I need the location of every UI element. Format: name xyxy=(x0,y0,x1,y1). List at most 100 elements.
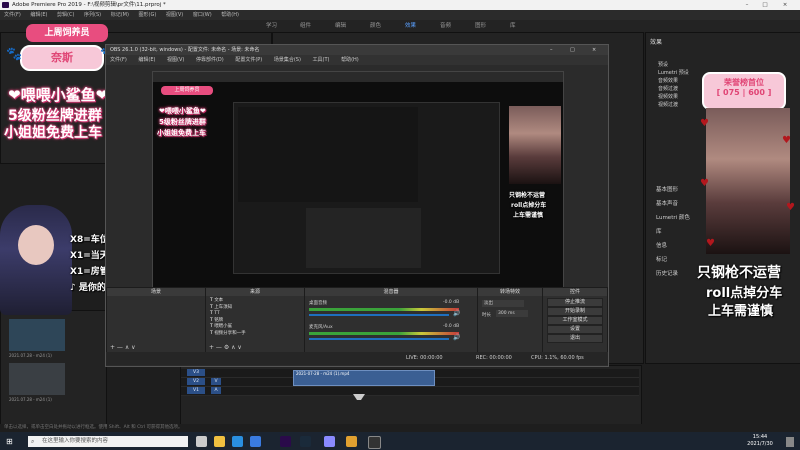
taskbar-search-input[interactable]: 在这里输入你要搜索的内容 xyxy=(28,436,188,447)
start-recording-button[interactable]: 开始录制 xyxy=(547,307,603,316)
workspace-tab-assembly[interactable]: 组件 xyxy=(300,20,311,32)
mute-icon[interactable]: 🔊 xyxy=(453,310,460,317)
track-label-v3[interactable]: V3 xyxy=(187,369,205,376)
menu-help[interactable]: 帮助(H) xyxy=(221,12,239,18)
obs-menu-scene-collection[interactable]: 场景集合(S) xyxy=(274,57,301,63)
track-toggle[interactable]: A xyxy=(211,387,221,394)
task-view-icon[interactable] xyxy=(196,436,207,447)
streamer-photo xyxy=(706,108,790,254)
maximize-icon[interactable]: □ xyxy=(758,0,772,10)
obs-preview[interactable]: 上周饲养员 ❤喂喂小鲨鱼❤ 5级粉丝牌进群 小姐姐免费上车 只钢枪不运营 rol… xyxy=(152,71,564,307)
close-icon[interactable]: × xyxy=(592,45,596,55)
panel-item[interactable]: 基本声音 xyxy=(656,197,706,211)
minimize-icon[interactable]: – xyxy=(550,45,553,55)
menu-file[interactable]: 文件(F) xyxy=(4,12,21,18)
notification-icon[interactable] xyxy=(786,437,794,447)
store-icon[interactable] xyxy=(250,436,261,447)
nested-obs-preview xyxy=(233,102,500,274)
nested-screen xyxy=(238,107,418,202)
timeline-track xyxy=(181,387,639,396)
mixer-dock-header: 混音器 xyxy=(305,288,477,296)
project-thumbnail[interactable] xyxy=(9,319,65,351)
obs-menu-view[interactable]: 视图(V) xyxy=(167,57,184,63)
taskbar-date[interactable]: 2021/7/30 xyxy=(740,441,780,447)
workspace-tab-effects[interactable]: 效果 xyxy=(405,20,416,32)
premiere-taskbar-icon[interactable] xyxy=(280,436,291,447)
workspace-tab-learn[interactable]: 学习 xyxy=(266,20,277,32)
panel-item[interactable]: 基本图形 xyxy=(656,183,706,197)
timeline-clip[interactable]: 2021-07-28 - m24 (1).mp4 xyxy=(293,370,435,386)
obs-status-bar: LIVE: 00:00:00 REC: 00:00:00 CPU: 1.1%, … xyxy=(106,352,608,365)
volume-slider[interactable] xyxy=(309,314,449,316)
mixer-track-name: 麦克风/Aux xyxy=(309,325,333,330)
obs-taskbar-icon[interactable] xyxy=(368,436,381,449)
track-toggle[interactable]: V xyxy=(211,378,221,385)
obs-menu-edit[interactable]: 编辑(E) xyxy=(138,57,155,63)
project-thumbnail[interactable] xyxy=(9,363,65,395)
track-label-v1[interactable]: V1 xyxy=(187,387,205,394)
menu-graphics[interactable]: 图形(G) xyxy=(139,12,157,18)
taskbar-time[interactable]: 15:44 xyxy=(740,434,780,440)
heart-icon: ♥ xyxy=(706,238,715,249)
overlay-line-1: ❤喂喂小鲨鱼❤ xyxy=(8,86,109,104)
steam-icon[interactable] xyxy=(300,436,311,447)
obs-menu-bar: 文件(F) 编辑(E) 视图(V) 停靠部件(D) 配置文件(P) 场景集合(S… xyxy=(106,55,608,65)
effects-panel-title: 效果 xyxy=(650,39,663,46)
mixer-track-db: -0.0 dB xyxy=(443,324,460,329)
source-item[interactable]: T 视频分享和一手 xyxy=(210,331,300,338)
controls-dock-header: 控件 xyxy=(543,288,607,296)
app-icon[interactable] xyxy=(346,436,357,447)
effects-folder[interactable]: 预设 xyxy=(658,61,718,69)
mixer-meter xyxy=(309,332,459,335)
menu-window[interactable]: 窗口(W) xyxy=(193,12,212,18)
add-source-icon[interactable]: + — ⚙ ∧ ∨ xyxy=(209,344,242,351)
preview-streamer-photo xyxy=(509,106,561,184)
settings-button[interactable]: 设置 xyxy=(547,325,603,334)
minimize-icon[interactable]: – xyxy=(740,0,754,10)
panel-item[interactable]: Lumetri 颜色 xyxy=(656,211,706,225)
obs-menu-docks[interactable]: 停靠部件(D) xyxy=(196,57,224,63)
edge-icon[interactable] xyxy=(232,436,243,447)
stop-streaming-button[interactable]: 停止推流 xyxy=(547,298,603,307)
menu-edit[interactable]: 编辑(E) xyxy=(30,12,47,18)
feeder-name-box: 奈斯 xyxy=(20,45,104,71)
honor-badge-sub: [ 075 | 600 ] xyxy=(716,88,772,97)
studio-mode-button[interactable]: 工作室模式 xyxy=(547,316,603,325)
menu-view[interactable]: 视图(V) xyxy=(166,12,183,18)
app-icon[interactable] xyxy=(324,436,335,447)
panel-item[interactable]: 库 xyxy=(656,225,706,239)
add-scene-icon[interactable]: + — ∧ ∨ xyxy=(110,344,136,351)
duration-label: 时长 xyxy=(482,313,491,318)
workspace-tab-color[interactable]: 颜色 xyxy=(370,20,381,32)
panel-item[interactable]: 信息 xyxy=(656,239,706,253)
heart-icon: ♥ xyxy=(700,178,709,189)
workspace-bar: 学习 组件 编辑 颜色 效果 音频 图形 库 xyxy=(0,20,800,32)
obs-menu-tools[interactable]: 工具(T) xyxy=(313,57,330,63)
menu-sequence[interactable]: 序列(S) xyxy=(84,12,101,18)
project-panel: 2021.07.28 - m24 (1) 2021.07.28 - m24 (1… xyxy=(0,310,107,426)
close-icon[interactable]: × xyxy=(778,0,792,10)
exit-button[interactable]: 退出 xyxy=(547,334,603,343)
transition-select[interactable]: 淡出 xyxy=(482,300,524,307)
obs-menu-file[interactable]: 文件(F) xyxy=(110,57,127,63)
workspace-tab-editing[interactable]: 编辑 xyxy=(335,20,346,32)
mute-icon[interactable]: 🔊 xyxy=(453,334,460,341)
last-week-feeder-badge: 上周饲养员 xyxy=(26,24,108,42)
windows-start-icon[interactable]: ⊞ xyxy=(6,437,16,447)
preview-line-3: 小姐姐免费上车 xyxy=(157,129,206,137)
maximize-icon[interactable]: □ xyxy=(570,45,575,55)
file-explorer-icon[interactable] xyxy=(214,436,225,447)
volume-slider[interactable] xyxy=(309,338,449,340)
workspace-tab-audio[interactable]: 音频 xyxy=(440,20,451,32)
obs-menu-profile[interactable]: 配置文件(P) xyxy=(235,57,262,63)
obs-menu-help[interactable]: 帮助(H) xyxy=(341,57,359,63)
menu-marker[interactable]: 标记(M) xyxy=(111,12,129,18)
duration-input[interactable]: 300 ms xyxy=(496,310,528,317)
track-label-v2[interactable]: V2 xyxy=(187,378,205,385)
controls-dock: 控件 停止推流 开始录制 工作室模式 设置 退出 xyxy=(542,287,608,353)
preview-right-line-2: roll点掉分车 xyxy=(511,202,547,209)
workspace-tab-libraries[interactable]: 库 xyxy=(510,20,516,32)
right-overlay-line-3: 上车需谨慎 xyxy=(708,304,774,319)
menu-clip[interactable]: 剪辑(C) xyxy=(57,12,74,18)
workspace-tab-graphics[interactable]: 图形 xyxy=(475,20,486,32)
